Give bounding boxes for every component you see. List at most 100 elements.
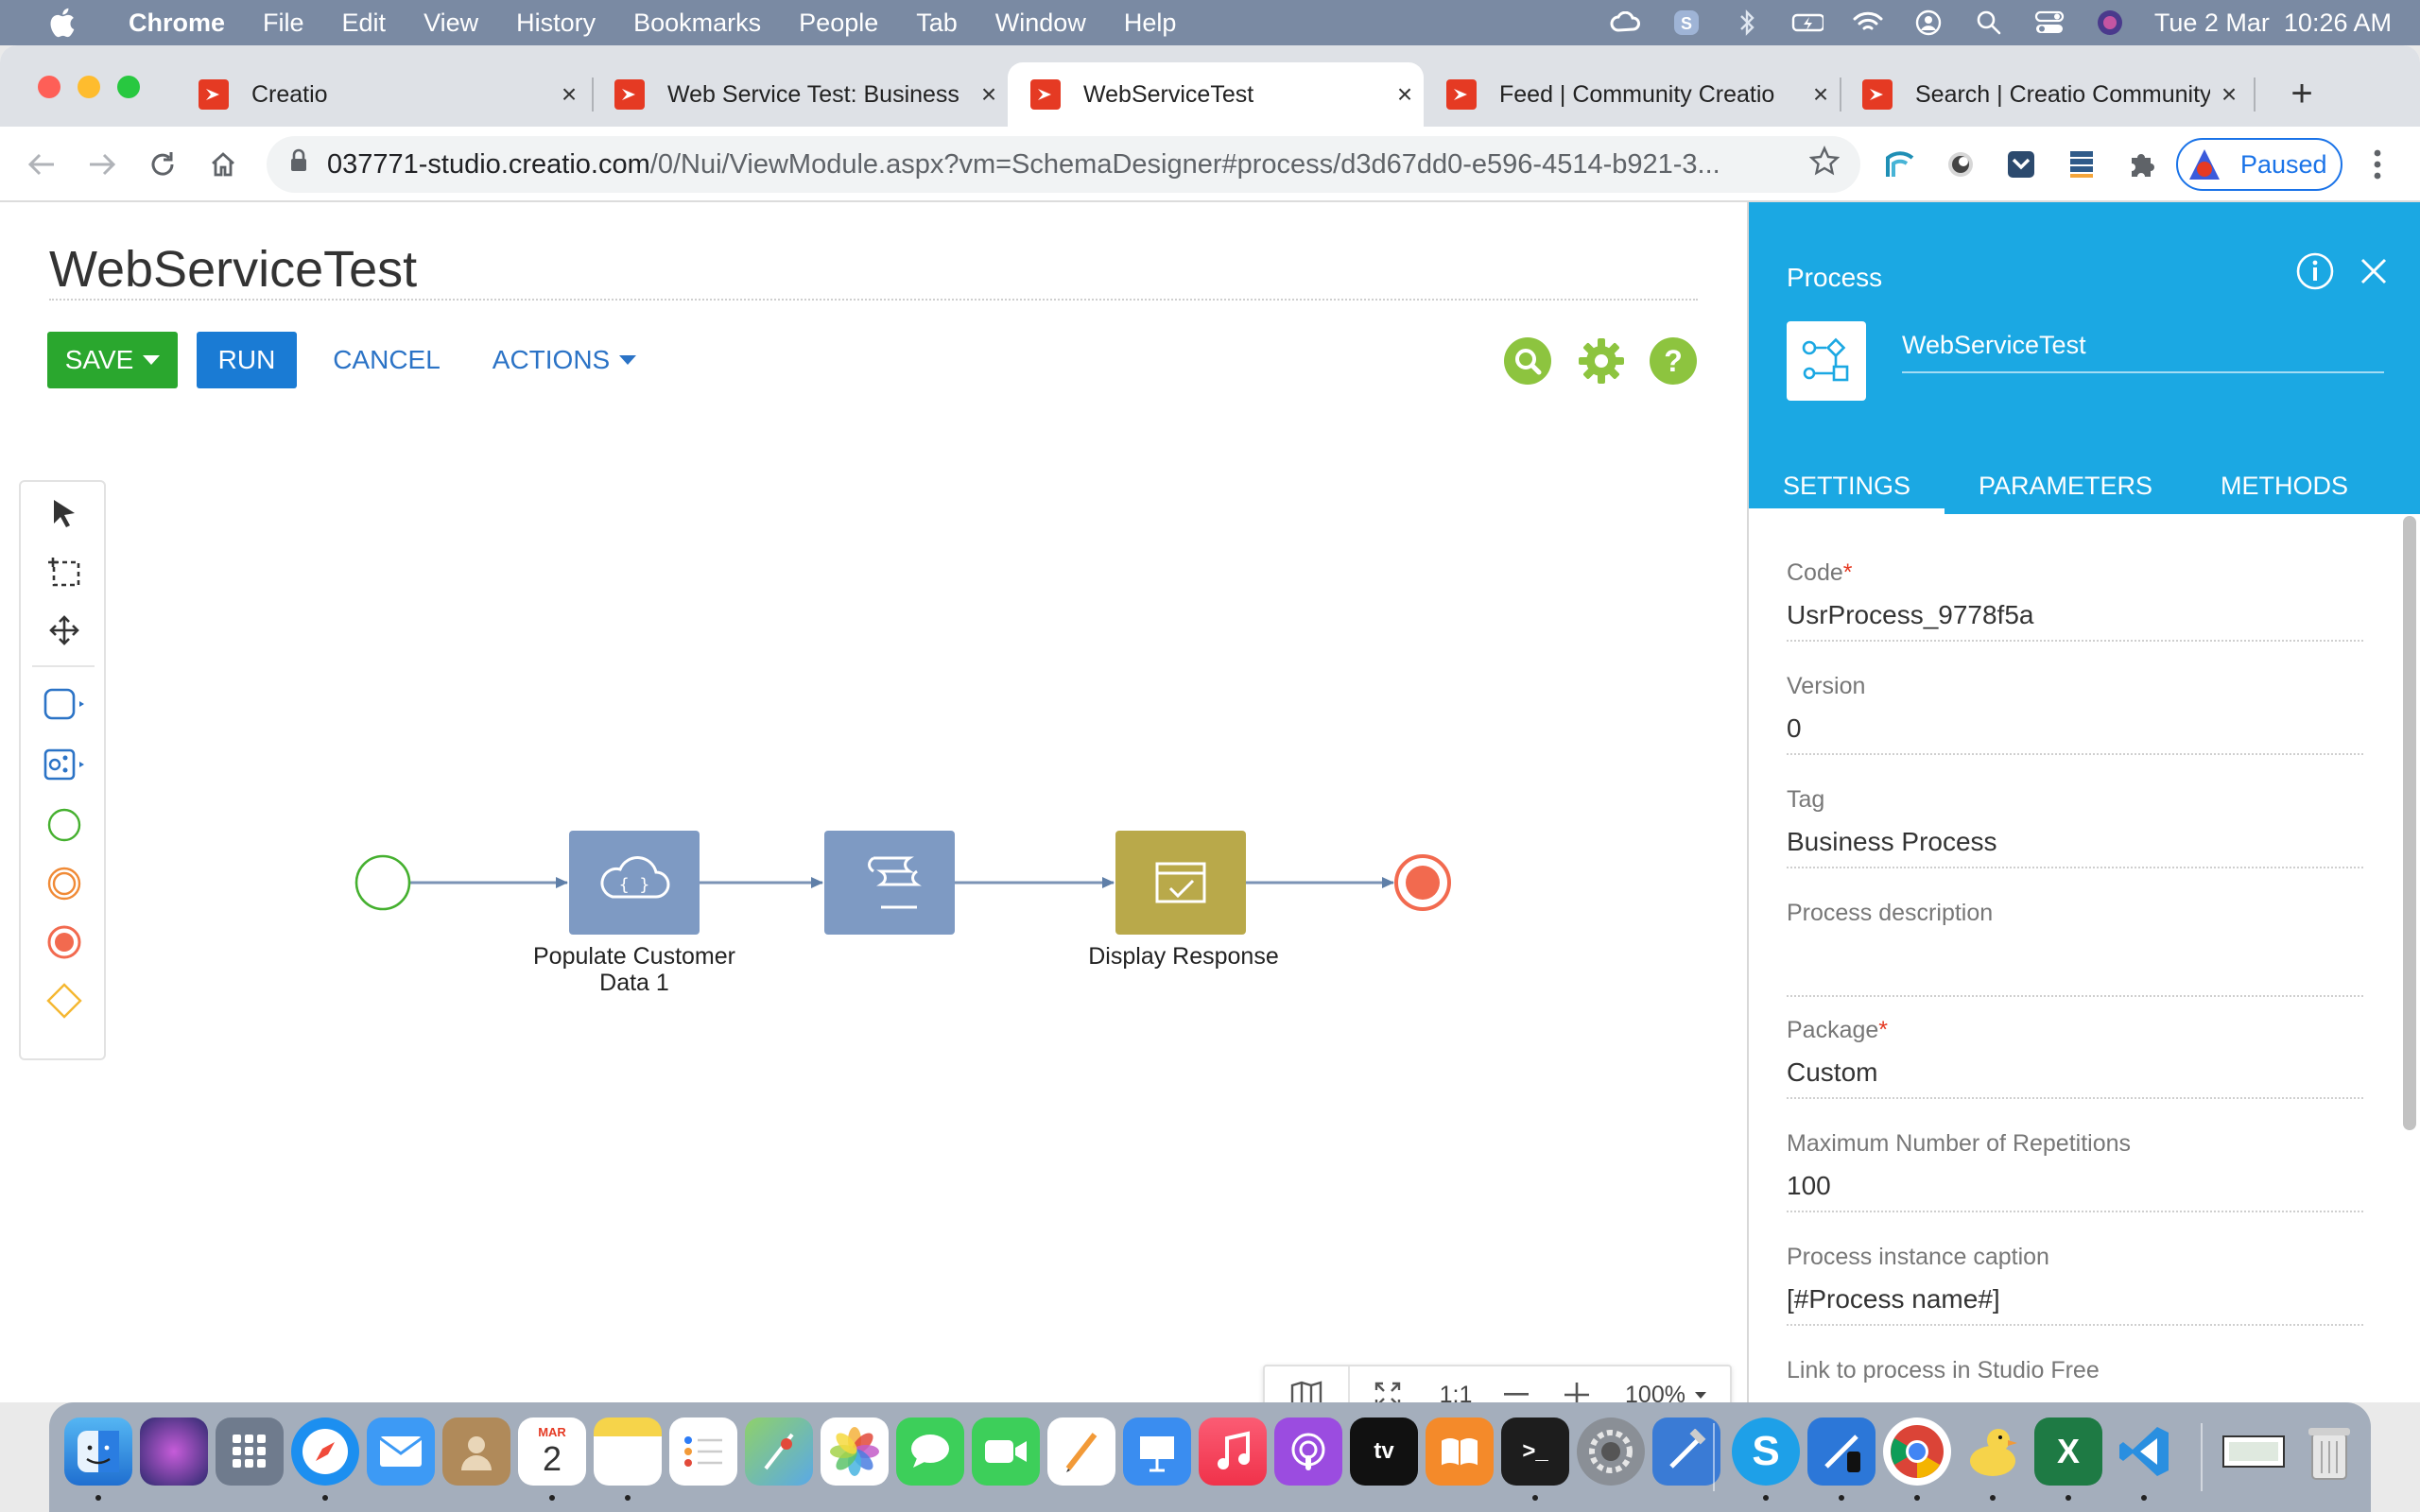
menubar-clock[interactable]: Tue 2 Mar 10:26 AM [2154, 9, 2392, 38]
tab-settings[interactable]: SETTINGS [1749, 457, 1945, 514]
music-icon[interactable] [1199, 1418, 1267, 1486]
instance-caption-input[interactable]: [#Process name#] [1787, 1284, 2363, 1326]
minimap-toggle-icon[interactable] [1265, 1366, 1350, 1402]
reload-icon[interactable] [140, 142, 185, 187]
close-tab-icon[interactable]: × [1386, 79, 1424, 110]
menu-bookmarks[interactable]: Bookmarks [614, 9, 780, 38]
home-icon[interactable] [200, 142, 246, 187]
terminal-icon[interactable]: >_ [1501, 1418, 1569, 1486]
menu-history[interactable]: History [497, 9, 614, 38]
books-icon[interactable] [1426, 1418, 1494, 1486]
skype-status-icon[interactable]: S [1670, 7, 1703, 39]
package-input[interactable]: Custom [1787, 1057, 2363, 1099]
launchpad-icon[interactable] [216, 1418, 284, 1486]
simulator-icon[interactable] [1807, 1418, 1876, 1486]
forward-arrow-icon[interactable] [79, 142, 125, 187]
menu-window[interactable]: Window [977, 9, 1105, 38]
user-account-icon[interactable] [1912, 7, 1945, 39]
zoom-out-icon[interactable] [1486, 1366, 1547, 1402]
maps-icon[interactable] [745, 1418, 813, 1486]
mail-icon[interactable] [367, 1418, 435, 1486]
xcode-icon[interactable] [1652, 1418, 1720, 1486]
screenshot-stack-icon[interactable] [2220, 1418, 2288, 1486]
fit-to-screen-icon[interactable] [1350, 1366, 1426, 1402]
zoom-in-icon[interactable] [1547, 1366, 1607, 1402]
menu-chrome[interactable]: Chrome [110, 9, 244, 38]
zoom-window-button[interactable] [117, 76, 140, 98]
close-tab-icon[interactable]: × [1802, 79, 1840, 110]
display-response-node[interactable] [1115, 831, 1246, 935]
contacts-icon[interactable] [442, 1418, 510, 1486]
info-icon[interactable] [2295, 251, 2335, 291]
code-input[interactable]: UsrProcess_9778f5a [1787, 600, 2363, 642]
menu-tab[interactable]: Tab [897, 9, 977, 38]
control-center-icon[interactable] [2033, 7, 2066, 39]
profile-paused-button[interactable]: Paused [2176, 138, 2342, 191]
menu-file[interactable]: File [244, 9, 323, 38]
populate-customer-data-node[interactable]: { } [569, 831, 700, 935]
process-description-input[interactable] [1787, 940, 2363, 997]
back-arrow-icon[interactable] [19, 142, 64, 187]
max-repetitions-input[interactable]: 100 [1787, 1171, 2363, 1212]
battery-icon[interactable] [1791, 7, 1824, 39]
wifi-icon[interactable] [1852, 7, 1884, 39]
panel-scrollbar[interactable] [2403, 516, 2416, 1130]
photos-icon[interactable] [821, 1418, 889, 1486]
trash-icon[interactable] [2295, 1418, 2363, 1486]
tag-input[interactable]: Business Process [1787, 827, 2363, 868]
siri-icon[interactable] [140, 1418, 208, 1486]
zoom-level-select[interactable]: 100% [1607, 1366, 1724, 1402]
finder-icon[interactable] [64, 1418, 132, 1486]
keynote-icon[interactable] [1123, 1418, 1191, 1486]
extension-stack-icon[interactable] [2061, 144, 2102, 185]
extension-pocket-icon[interactable] [2000, 144, 2042, 185]
close-tab-icon[interactable]: × [550, 79, 588, 110]
extension-wave-icon[interactable] [1879, 144, 1921, 185]
creative-cloud-icon[interactable] [1610, 7, 1642, 39]
menu-edit[interactable]: Edit [323, 9, 406, 38]
notes-icon[interactable] [594, 1418, 662, 1486]
chrome-icon[interactable] [1883, 1418, 1951, 1486]
menu-view[interactable]: View [405, 9, 497, 38]
bookmark-star-icon[interactable] [1808, 146, 1841, 183]
start-event-node[interactable] [354, 854, 411, 911]
close-tab-icon[interactable]: × [970, 79, 1008, 110]
cyberduck-icon[interactable] [1959, 1418, 2027, 1486]
menu-people[interactable]: People [780, 9, 897, 38]
pages-icon[interactable] [1047, 1418, 1115, 1486]
new-tab-button[interactable]: + [2278, 70, 2325, 117]
browser-tab-search-community[interactable]: Search | Creatio Community × [1840, 62, 2248, 127]
browser-tab-creatio[interactable]: Creatio × [176, 62, 588, 127]
visual-studio-code-icon[interactable] [2110, 1418, 2178, 1486]
minimize-window-button[interactable] [78, 76, 100, 98]
bluetooth-off-icon[interactable] [1731, 7, 1763, 39]
siri-icon[interactable] [2094, 7, 2126, 39]
script-task-node[interactable] [824, 831, 955, 935]
end-event-node[interactable] [1394, 854, 1451, 911]
messages-icon[interactable] [896, 1418, 964, 1486]
safari-icon[interactable] [291, 1418, 359, 1486]
version-input[interactable]: 0 [1787, 713, 2363, 755]
lock-icon[interactable] [289, 148, 308, 180]
spotlight-search-icon[interactable] [1973, 7, 2005, 39]
actual-size-button[interactable]: 1:1 [1426, 1366, 1486, 1403]
extension-circle-icon[interactable] [1940, 144, 1981, 185]
close-window-button[interactable] [38, 76, 60, 98]
skype-icon[interactable]: S [1732, 1418, 1800, 1486]
apple-menu-icon[interactable] [38, 4, 85, 42]
close-icon[interactable] [2358, 255, 2390, 287]
menu-help[interactable]: Help [1105, 9, 1196, 38]
apple-tv-icon[interactable]: tv [1350, 1418, 1418, 1486]
browser-tab-web-service-test-business[interactable]: Web Service Test: Business × [592, 62, 1008, 127]
close-tab-icon[interactable]: × [2210, 79, 2248, 110]
url-text[interactable]: 037771-studio.creatio.com/0/Nui/ViewModu… [327, 149, 1809, 180]
address-bar[interactable]: 037771-studio.creatio.com/0/Nui/ViewModu… [267, 136, 1860, 193]
extensions-puzzle-icon[interactable] [2121, 144, 2163, 185]
tab-methods[interactable]: METHODS [2187, 457, 2382, 514]
process-diagram-canvas[interactable]: { } [0, 202, 1739, 1402]
browser-tab-feed-community[interactable]: Feed | Community Creatio × [1424, 62, 1840, 127]
facetime-icon[interactable] [972, 1418, 1040, 1486]
calendar-icon[interactable]: MAR 2 [518, 1418, 586, 1486]
reminders-icon[interactable] [669, 1418, 737, 1486]
browser-tab-webservicetest[interactable]: WebServiceTest × [1008, 62, 1424, 127]
